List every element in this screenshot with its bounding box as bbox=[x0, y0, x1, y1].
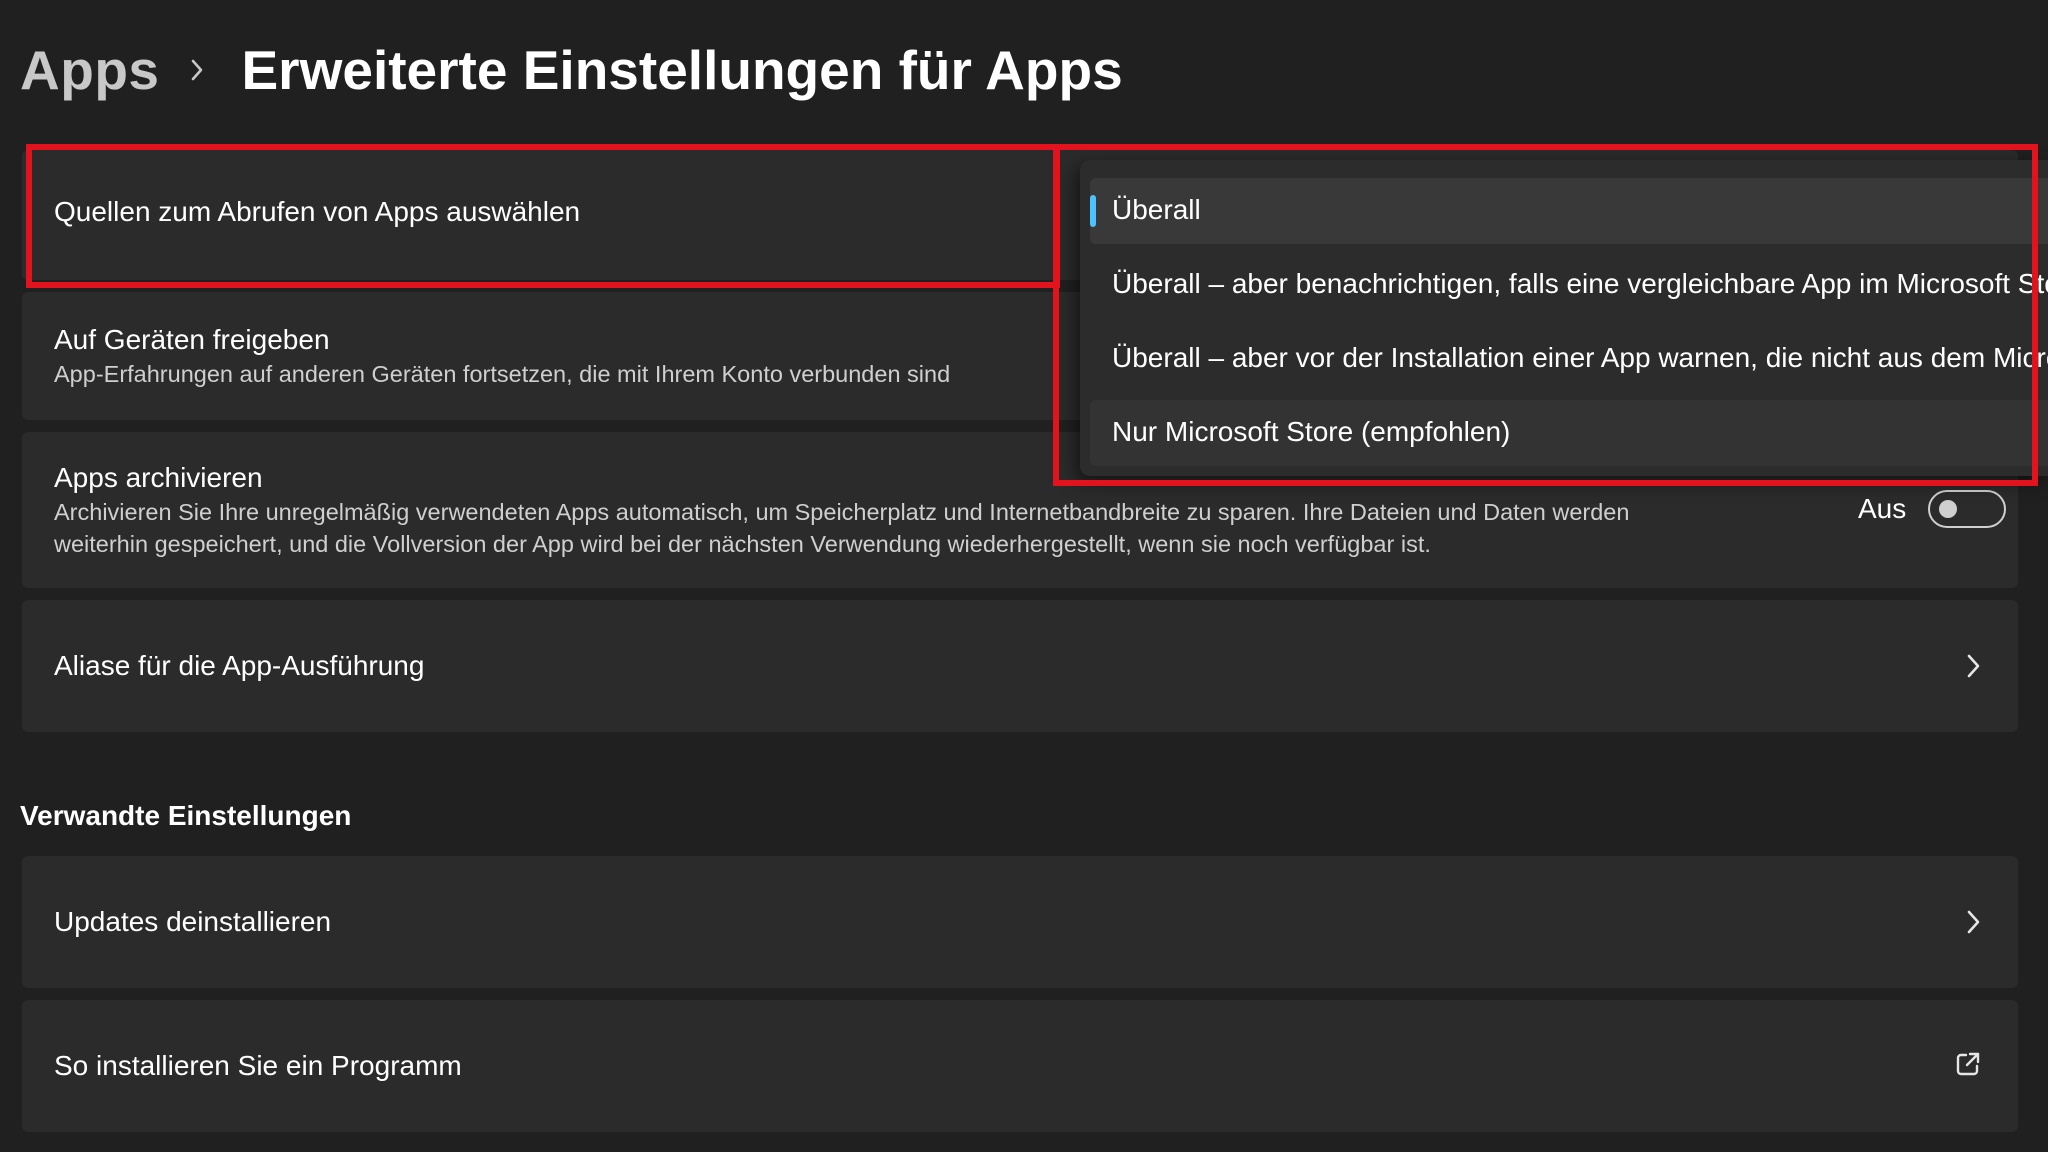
chevron-right-icon bbox=[1964, 908, 1982, 936]
dropdown-option-label: Überall bbox=[1112, 194, 1201, 225]
setting-description-line-2: weiterhin gespeichert, und die Vollversi… bbox=[54, 531, 1431, 557]
breadcrumb-apps-link[interactable]: Apps bbox=[20, 38, 160, 102]
settings-page: Apps Erweiterte Einstellungen für Apps Q… bbox=[0, 0, 2048, 1152]
toggle-knob bbox=[1939, 500, 1957, 518]
setting-card-install-program-link[interactable]: So installieren Sie ein Programm bbox=[22, 1000, 2018, 1132]
setting-title: So installieren Sie ein Programm bbox=[54, 1050, 462, 1081]
toggle-state-label: Aus bbox=[1858, 493, 1907, 524]
dropdown-option-label: Überall – aber benachrichtigen, falls ei… bbox=[1112, 268, 2048, 299]
setting-title: Aliase für die App-Ausführung bbox=[54, 650, 425, 681]
setting-description: App-Erfahrungen auf anderen Geräten fort… bbox=[54, 361, 951, 387]
external-link-icon bbox=[1954, 1050, 1982, 1078]
dropdown-option-anywhere[interactable]: Überall bbox=[1090, 178, 2048, 244]
archive-apps-toggle[interactable] bbox=[1928, 490, 2006, 528]
setting-title: Quellen zum Abrufen von Apps auswählen bbox=[54, 196, 581, 227]
setting-title: Auf Geräten freigeben bbox=[54, 324, 330, 355]
setting-title: Apps archivieren bbox=[54, 462, 263, 493]
dropdown-option-label: Überall – aber vor der Installation eine… bbox=[1112, 342, 2048, 373]
selected-indicator bbox=[1090, 195, 1096, 227]
breadcrumb: Apps Erweiterte Einstellungen für Apps bbox=[20, 32, 1123, 108]
setting-card-app-execution-aliases[interactable]: Aliase für die App-Ausführung bbox=[22, 600, 2018, 732]
dropdown-option-anywhere-notify[interactable]: Überall – aber benachrichtigen, falls ei… bbox=[1090, 252, 2048, 318]
setting-description-line-1: Archivieren Sie Ihre unregelmäßig verwen… bbox=[54, 499, 1630, 525]
section-heading-related-settings: Verwandte Einstellungen bbox=[20, 800, 352, 831]
dropdown-option-store-only[interactable]: Nur Microsoft Store (empfohlen) bbox=[1090, 400, 2048, 466]
page-title: Erweiterte Einstellungen für Apps bbox=[241, 39, 1123, 101]
setting-title: Updates deinstallieren bbox=[54, 906, 332, 937]
dropdown-option-label: Nur Microsoft Store (empfohlen) bbox=[1112, 416, 1511, 447]
dropdown-option-anywhere-warn[interactable]: Überall – aber vor der Installation eine… bbox=[1090, 326, 2048, 392]
chevron-right-icon bbox=[1964, 652, 1982, 680]
breadcrumb-chevron-icon bbox=[190, 55, 210, 85]
setting-card-uninstall-updates[interactable]: Updates deinstallieren bbox=[22, 856, 2018, 988]
app-sources-dropdown-list: Überall Überall – aber benachrichtigen, … bbox=[1080, 160, 2048, 476]
